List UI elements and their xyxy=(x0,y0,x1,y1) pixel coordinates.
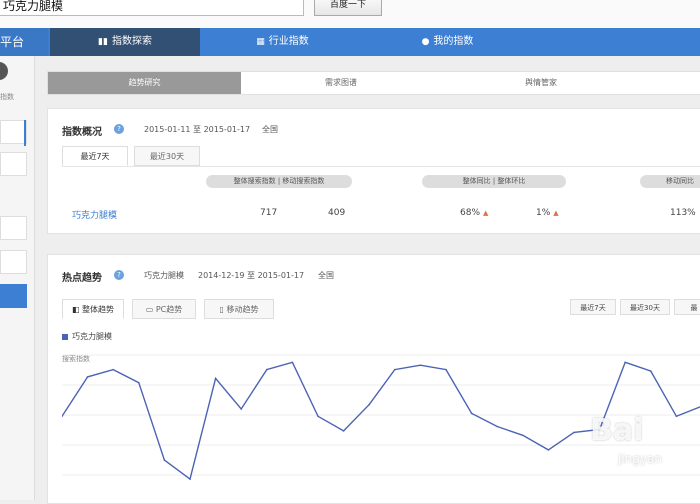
data-point[interactable] xyxy=(470,412,473,415)
avatar[interactable] xyxy=(0,62,8,80)
data-point[interactable] xyxy=(163,459,166,461)
data-point[interactable] xyxy=(266,368,268,371)
overall-search-value: 717 xyxy=(260,208,278,218)
top-search-bar: 巧克力腿模 百度一下 xyxy=(0,0,700,28)
yoy-value: 68% ▲ xyxy=(460,208,488,218)
data-point[interactable] xyxy=(445,368,447,371)
watermark-logo: Bai xyxy=(590,413,644,448)
arrow-up-icon: ▲ xyxy=(483,209,489,217)
sidebar-active-marker xyxy=(24,120,26,146)
sub-tabs: 趋势研究 需求图谱 舆情管家 xyxy=(47,71,700,95)
overview-panel: 指数概况 ? 2015-01-11 至 2015-01-17 全国 最近7天 最… xyxy=(47,108,700,234)
tab-trend-research[interactable]: 趋势研究 xyxy=(48,72,241,94)
data-point[interactable] xyxy=(573,431,575,434)
range-7-days-button[interactable]: 最近7天 xyxy=(570,299,616,315)
range-more-button[interactable]: 最 xyxy=(674,299,700,315)
data-point[interactable] xyxy=(547,449,550,451)
data-point[interactable] xyxy=(650,370,652,372)
trend-title: 热点趋势 xyxy=(62,273,102,284)
tab-label: 行业指数 xyxy=(268,36,309,47)
left-sidebar: 指数 xyxy=(0,56,35,500)
trend-keyword: 巧克力腿模 xyxy=(144,271,184,280)
divider xyxy=(62,166,700,167)
tab-label: 移动趋势 xyxy=(226,305,259,314)
sidebar-item-active[interactable] xyxy=(0,284,27,308)
data-point[interactable] xyxy=(214,377,217,380)
sidebar-item[interactable] xyxy=(0,120,27,144)
watermark-sub: jingyan xyxy=(618,452,662,466)
tab-label: 我的指数 xyxy=(433,36,474,47)
sidebar-item[interactable] xyxy=(0,216,27,240)
data-point[interactable] xyxy=(394,368,396,371)
mobile-search-value: 409 xyxy=(328,208,346,218)
trend-date-range: 2014-12-19 至 2015-01-17 xyxy=(198,271,305,280)
mom-text: 1% xyxy=(536,208,551,218)
data-point[interactable] xyxy=(138,381,140,384)
tab-demand-map[interactable]: 需求图谱 xyxy=(241,72,441,94)
tab-overall-trend[interactable]: ◧ 整体趋势 xyxy=(62,299,124,319)
data-point[interactable] xyxy=(86,376,89,378)
search-button[interactable]: 百度一下 xyxy=(314,0,382,16)
trend-panel: 热点趋势 ? 巧克力腿模 2014-12-19 至 2015-01-17 全国 … xyxy=(47,254,700,504)
sidebar-item[interactable] xyxy=(0,250,27,274)
user-icon: ● xyxy=(421,37,430,47)
legend-swatch xyxy=(62,334,68,340)
building-icon: ▦ xyxy=(256,37,265,47)
data-point[interactable] xyxy=(317,415,319,418)
brand-label: 平台 xyxy=(0,28,48,56)
data-point[interactable] xyxy=(522,434,524,437)
yoy-text: 68% xyxy=(460,208,481,218)
header-search-index: 整体搜索指数 | 移动搜索指数 xyxy=(206,175,352,188)
sidebar-item[interactable] xyxy=(0,152,27,176)
tab-sentiment[interactable]: 舆情管家 xyxy=(441,72,641,94)
data-point[interactable] xyxy=(189,478,191,480)
tab-industry-index[interactable]: ▦ 行业指数 xyxy=(200,28,365,56)
header-mobile-yoy: 移动同比 xyxy=(640,175,700,188)
data-point[interactable] xyxy=(291,361,294,364)
overview-region: 全国 xyxy=(262,125,278,134)
data-point[interactable] xyxy=(624,361,626,364)
data-point[interactable] xyxy=(368,403,371,406)
search-input[interactable]: 巧克力腿模 xyxy=(0,0,304,16)
tab-last-30-days[interactable]: 最近30天 xyxy=(134,146,200,166)
range-30-days-button[interactable]: 最近30天 xyxy=(620,299,670,315)
mom-value: 1% ▲ xyxy=(536,208,559,218)
trend-region: 全国 xyxy=(318,271,334,280)
mobile-pct-value: 113% xyxy=(670,208,696,218)
tab-label: PC趋势 xyxy=(155,305,183,314)
arrow-up-icon: ▲ xyxy=(553,209,559,217)
sidebar-label: 指数 xyxy=(0,93,14,101)
legend-label: 巧克力腿模 xyxy=(72,332,112,341)
data-point[interactable] xyxy=(419,364,422,366)
tab-index-explore[interactable]: ▮▮ 指数探索 xyxy=(50,28,200,56)
tab-label: 指数探索 xyxy=(111,36,152,47)
bar-chart-icon: ▮▮ xyxy=(98,37,108,47)
main-nav: 平台 ▮▮ 指数探索 ▦ 行业指数 ● 我的指数 xyxy=(0,28,700,56)
help-icon[interactable]: ? xyxy=(114,270,124,280)
overview-keyword-link[interactable]: 巧克力腿模 xyxy=(72,208,117,221)
help-icon[interactable]: ? xyxy=(114,124,124,134)
overview-title: 指数概况 xyxy=(62,127,102,138)
tab-label: 整体趋势 xyxy=(82,305,115,314)
tab-mobile-trend[interactable]: ▯ 移动趋势 xyxy=(204,299,274,319)
monitor-icon: ▭ xyxy=(145,305,156,314)
data-point[interactable] xyxy=(342,430,345,432)
chart-icon: ◧ xyxy=(71,305,83,314)
tab-pc-trend[interactable]: ▭ PC趋势 xyxy=(132,299,196,319)
tab-my-index[interactable]: ● 我的指数 xyxy=(365,28,530,56)
data-point[interactable] xyxy=(240,408,242,410)
tab-last-7-days[interactable]: 最近7天 xyxy=(62,146,128,166)
data-point[interactable] xyxy=(496,425,499,428)
overview-date-range: 2015-01-11 至 2015-01-17 xyxy=(144,125,251,134)
data-point[interactable] xyxy=(112,368,114,371)
header-yoy: 整体同比 | 整体环比 xyxy=(422,175,566,188)
data-point[interactable] xyxy=(675,415,678,418)
